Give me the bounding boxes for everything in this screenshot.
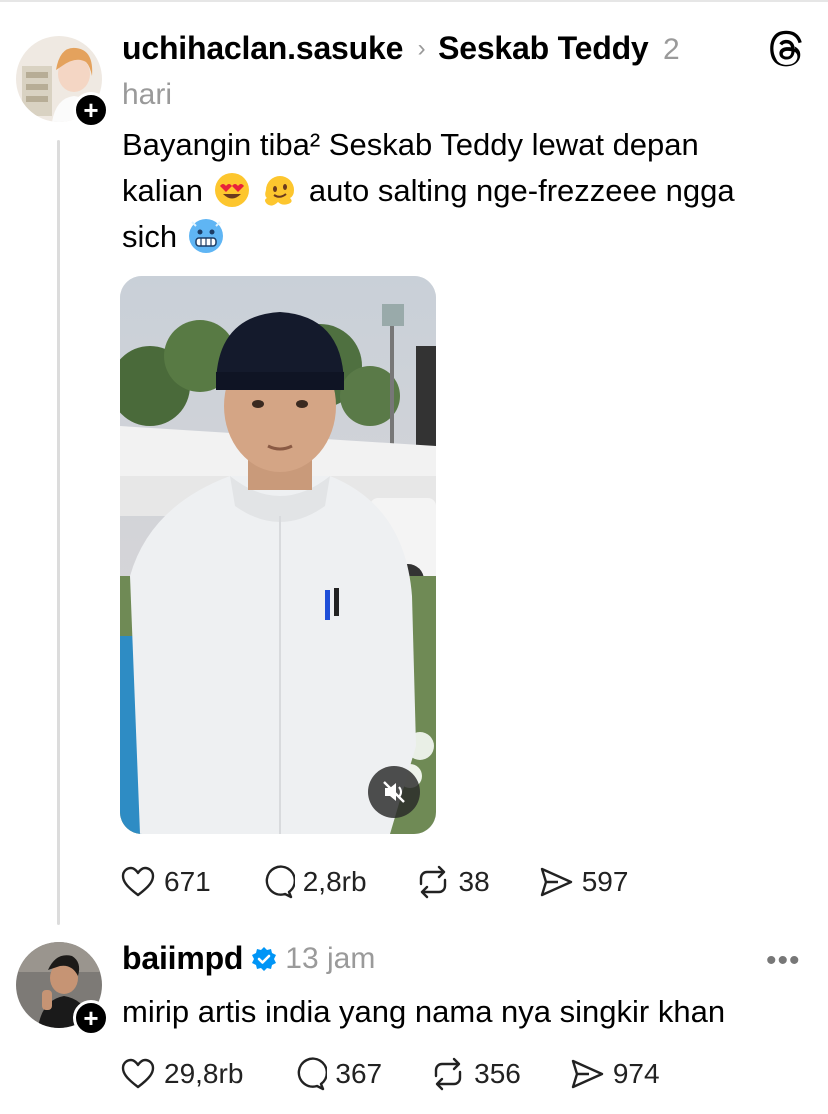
reply-button[interactable]: 367: [291, 1056, 382, 1092]
heart-icon: [121, 1058, 155, 1089]
threads-logo-icon[interactable]: [768, 30, 808, 70]
reply-button[interactable]: 2,8rb: [259, 864, 367, 900]
share-button[interactable]: 597: [538, 864, 629, 900]
post-text-segment: auto salting nge-frezzeee ngga: [308, 173, 735, 208]
repost-icon: [434, 1057, 462, 1091]
reply-actions: 29,8rb 367 356 974: [120, 1056, 708, 1092]
comment-icon: [265, 865, 295, 899]
melting-face-emoji-icon: [265, 176, 295, 206]
like-button[interactable]: 29,8rb: [120, 1056, 243, 1092]
like-button[interactable]: 671: [120, 864, 211, 900]
repost-icon: [419, 865, 446, 899]
post-time-number: 2: [662, 33, 680, 66]
follow-button[interactable]: +: [73, 1000, 109, 1036]
more-options-button[interactable]: •••: [766, 944, 801, 978]
chevron-right-icon: ›: [417, 35, 426, 62]
cold-face-emoji-icon: [188, 219, 223, 253]
post-text-segment: sich: [122, 219, 178, 254]
reply-target-name[interactable]: Seskab Teddy: [438, 30, 649, 66]
like-count: 671: [164, 866, 211, 897]
follow-button[interactable]: +: [73, 92, 109, 128]
verified-badge-icon: [252, 946, 277, 971]
top-divider: [0, 0, 828, 2]
reply-username[interactable]: baiimpd: [122, 940, 243, 977]
post-text-line-2: kalian auto salting nge-frezzeee ngga: [122, 168, 812, 214]
reply-header: baiimpd 13 jam: [122, 940, 375, 977]
repost-button[interactable]: 38: [415, 864, 490, 900]
heart-eyes-emoji-icon: [214, 173, 249, 207]
reply-count: 2,8rb: [302, 866, 367, 897]
mute-button[interactable]: [368, 766, 420, 818]
post-text-line-3: sich: [122, 214, 812, 260]
repost-count: 38: [458, 866, 490, 897]
post-body: Bayangin tiba² Seskab Teddy lewat depan …: [122, 122, 812, 260]
thread-line: [57, 140, 60, 925]
post-username[interactable]: uchihaclan.sasuke: [122, 30, 403, 66]
post-header: uchihaclan.sasuke › Seskab Teddy 2: [122, 30, 722, 67]
repost-count: 356: [474, 1058, 521, 1089]
reply-time: 13 jam: [285, 941, 376, 975]
repost-button[interactable]: 356: [430, 1056, 521, 1092]
post-time-unit: hari: [122, 78, 173, 111]
comment-icon: [298, 1057, 328, 1091]
send-icon: [540, 867, 572, 897]
send-icon: [571, 1059, 604, 1089]
post-actions: 671 2,8rb 38 597: [120, 864, 676, 900]
post-text-segment: kalian: [122, 173, 203, 208]
share-count: 597: [581, 866, 629, 897]
speaker-muted-icon: [383, 781, 405, 803]
heart-icon: [121, 866, 155, 897]
reply-count: 367: [335, 1058, 383, 1089]
post-video[interactable]: [120, 276, 436, 834]
post-text-line-1: Bayangin tiba² Seskab Teddy lewat depan: [122, 127, 699, 162]
like-count: 29,8rb: [164, 1058, 244, 1089]
share-button[interactable]: 974: [569, 1056, 660, 1092]
reply-body: mirip artis india yang nama nya singkir …: [122, 994, 726, 1029]
share-count: 974: [612, 1058, 660, 1089]
